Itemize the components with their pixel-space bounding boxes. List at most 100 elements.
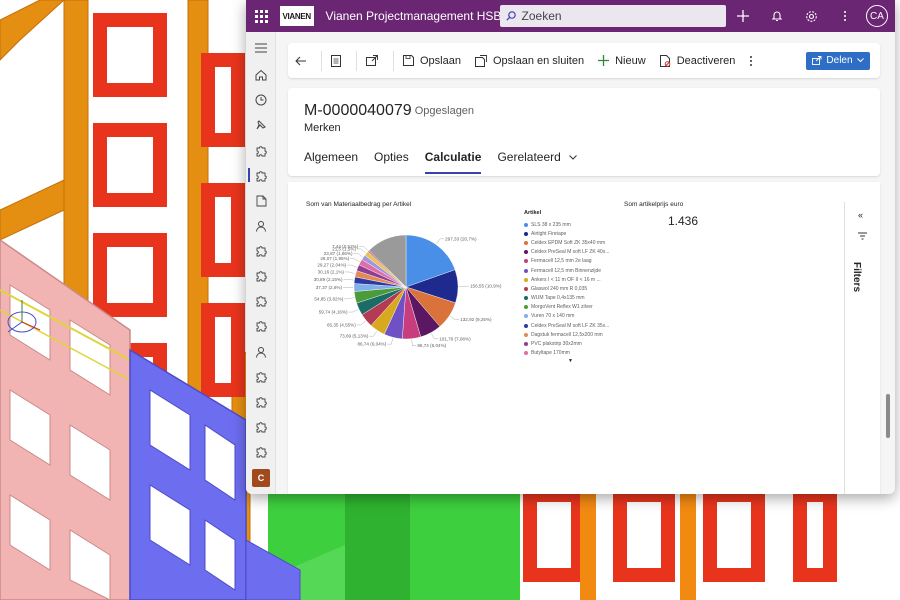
legend-item[interactable]: Celdex EPDM Soft ZK 35x40 mm <box>524 238 624 247</box>
more-commands-button[interactable] <box>742 43 766 78</box>
legend-item[interactable]: Celdex PreSeal M soft LF ZK 35x... <box>524 321 624 330</box>
save-icon <box>403 55 414 66</box>
puzzle-icon[interactable] <box>246 165 276 187</box>
legend-item[interactable]: Celdex PreSeal M soft LF ZK 40x... <box>524 248 624 257</box>
legend-item[interactable]: Fermacell 12,5 mm 2e laag <box>524 257 624 266</box>
legend-color-swatch <box>524 222 528 227</box>
legend-color-swatch <box>524 323 528 328</box>
legend-item[interactable]: Glaswol 240 mm R 0,035 <box>524 284 624 293</box>
deactivate-button[interactable]: Deactiveren <box>653 43 743 78</box>
save-button[interactable]: Opslaan <box>396 43 468 78</box>
more-icon[interactable] <box>828 0 862 32</box>
entity-name: Merken <box>304 122 341 134</box>
legend-label: Fermacell 12,5 mm 2e laag <box>531 258 592 265</box>
data-label-leader <box>356 320 366 326</box>
puzzle-icon[interactable] <box>246 290 276 312</box>
plus-icon <box>598 55 610 66</box>
legend-item[interactable]: PVC plakstrip 30x2mm <box>524 339 624 348</box>
filter-icon <box>858 232 867 240</box>
legend-label: PVC plakstrip 30x2mm <box>531 341 582 348</box>
filters-pane[interactable]: « Filters <box>844 202 880 494</box>
pie-chart[interactable]: 297,33 (20,7%) 156,55 (10,9%) 132,92 (9,25… <box>288 222 524 372</box>
legend-item[interactable]: Fermacell 12,5 mm Binnenzijde <box>524 266 624 275</box>
legend-scroll-down-icon[interactable]: ▼ <box>568 358 624 364</box>
chart-legend: Artikel SLS 38 x 235 mm Airtight Firetape… <box>524 210 624 364</box>
new-button[interactable]: Nieuw <box>591 43 653 78</box>
tab-gerelateerd[interactable]: Gerelateerd <box>497 150 578 174</box>
more-icon <box>750 55 753 66</box>
legend-item[interactable]: Ankers I < 11 m OF II < 16 m ... <box>524 275 624 284</box>
app-window: VIANEN Vianen Projectmanagement HSB Zoek… <box>246 0 895 494</box>
puzzle-icon[interactable] <box>246 240 276 262</box>
puzzle-icon[interactable] <box>246 265 276 287</box>
home-icon[interactable] <box>246 64 276 86</box>
legend-item[interactable]: MorgoVent Reflex W1 zilver <box>524 303 624 312</box>
puzzle-icon[interactable] <box>246 315 276 337</box>
form-view-button[interactable] <box>324 43 354 78</box>
data-label: 30,89 (2,15%) <box>314 277 343 282</box>
save-and-close-button[interactable]: Opslaan en sluiten <box>468 43 591 78</box>
puzzle-icon[interactable] <box>246 366 276 388</box>
legend-color-swatch <box>524 277 528 282</box>
legend-item[interactable]: Dagstuk fermacell 12,5x200 mm <box>524 330 624 339</box>
deactivate-icon <box>659 54 670 67</box>
legend-item[interactable]: WUM Tape 0,4x135 mm <box>524 294 624 303</box>
share-icon <box>812 56 822 65</box>
calculation-panel: Som van Materiaalbedrag per Artikel 297,… <box>288 182 880 494</box>
data-label: 30,16 (2,1%) <box>318 269 345 274</box>
data-label-leader <box>359 246 368 251</box>
legend-label: WUM Tape 0,4x135 mm <box>531 295 585 302</box>
chevron-down-icon <box>569 155 578 161</box>
plus-icon[interactable] <box>726 0 760 32</box>
data-label: 86,74 (6,04%) <box>417 343 446 348</box>
save-close-icon <box>474 54 487 67</box>
tab-opties[interactable]: Opties <box>374 150 409 174</box>
scrollbar[interactable] <box>886 394 890 438</box>
person-icon[interactable] <box>246 341 276 363</box>
legend-label: Ankers I < 11 m OF II < 16 m ... <box>531 276 601 283</box>
bell-icon[interactable] <box>760 0 794 32</box>
card-title: Som artikelprijs euro <box>624 201 684 208</box>
legend-item[interactable]: Butyltape 170mm <box>524 349 624 358</box>
search-input[interactable]: Zoeken <box>499 5 726 27</box>
gear-icon[interactable] <box>794 0 828 32</box>
puzzle-icon[interactable] <box>246 391 276 413</box>
puzzle-icon[interactable] <box>246 416 276 438</box>
legend-label: MorgoVent Reflex W1 zilver <box>531 304 593 311</box>
share-button[interactable]: Delen <box>806 51 870 70</box>
form-icon <box>331 54 341 67</box>
tab-list: Algemeen Opties Calculatie Gerelateerd <box>304 150 593 174</box>
hamburger-icon[interactable] <box>246 37 276 59</box>
legend-item[interactable]: SLS 38 x 235 mm <box>524 220 624 229</box>
back-button[interactable] <box>288 43 319 78</box>
data-label-leader <box>347 264 357 268</box>
company-logo: VIANEN <box>279 6 314 26</box>
avatar[interactable]: CA <box>866 5 888 27</box>
app-title[interactable]: Vianen Projectmanagement HSB <box>326 9 502 23</box>
data-label: 297,33 (20,7%) <box>445 236 477 241</box>
divider <box>393 50 394 71</box>
document-icon[interactable] <box>246 190 276 212</box>
legend-item[interactable]: Vuren 70 x 140 mm <box>524 312 624 321</box>
data-label-leader <box>369 331 377 337</box>
tab-algemeen[interactable]: Algemeen <box>304 150 358 174</box>
legend-label: Airtight Firetape <box>531 230 567 237</box>
puzzle-icon[interactable] <box>246 441 276 463</box>
search-icon <box>505 11 516 21</box>
recent-icon[interactable] <box>246 89 276 111</box>
top-bar: VIANEN Vianen Projectmanagement HSB Zoek… <box>246 0 895 32</box>
open-new-window-button[interactable] <box>359 43 391 78</box>
legend-item[interactable]: Airtight Firetape <box>524 229 624 238</box>
filters-label: Filters <box>851 262 862 293</box>
pin-icon[interactable] <box>246 114 276 136</box>
data-label: 54,85 (3,82%) <box>314 296 343 301</box>
waffle-icon[interactable] <box>246 0 278 32</box>
data-label-leader <box>348 309 359 313</box>
puzzle-icon[interactable] <box>246 140 276 162</box>
area-switcher[interactable]: C <box>252 469 270 487</box>
tab-calculatie[interactable]: Calculatie <box>424 150 481 174</box>
collapse-chevron-icon[interactable]: « <box>858 210 863 220</box>
data-label-leader <box>387 338 393 345</box>
person-icon[interactable] <box>246 215 276 237</box>
data-label: 156,55 (10,9%) <box>470 284 502 289</box>
